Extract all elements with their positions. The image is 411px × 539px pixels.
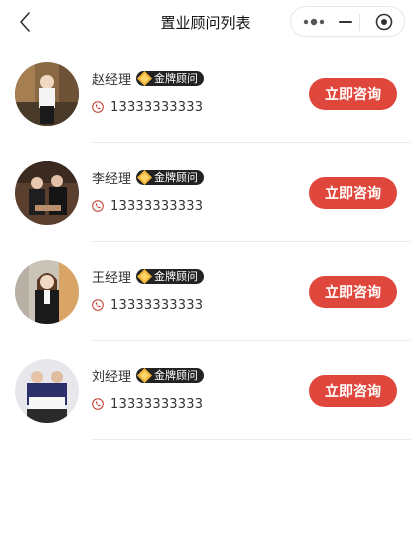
consult-now-button[interactable]: 立即咨询 [309,177,397,209]
menu-capsule [290,6,405,37]
target-circle-icon[interactable] [375,13,393,31]
diamond-icon [137,169,153,185]
consult-now-button[interactable]: 立即咨询 [309,276,397,308]
avatar [15,161,79,225]
badge-label: 金牌顾问 [154,269,199,283]
phone-number: 13333333333 [110,297,204,313]
navigation-bar: 置业顾问列表 [0,0,411,44]
phone-icon [92,200,104,212]
capsule-divider [359,14,360,31]
more-dots-icon[interactable] [301,13,329,31]
diamond-icon [137,70,153,86]
phone-row: 13333333333 [92,395,203,413]
gold-badge: 金牌顾问 [136,367,205,383]
consult-now-button[interactable]: 立即咨询 [309,78,397,110]
gold-badge: 金牌顾问 [136,70,205,86]
avatar [15,62,79,126]
badge-label: 金牌顾问 [154,170,199,184]
list-item: 刘经理 金牌顾问 13333333333 立即咨询 [0,341,411,440]
consultant-name: 李经理 [92,171,132,187]
consult-now-button[interactable]: 立即咨询 [309,375,397,407]
name-row: 李经理 金牌顾问 [92,168,205,187]
divider [92,439,411,440]
badge-label: 金牌顾问 [154,368,199,382]
gold-badge: 金牌顾问 [136,169,205,185]
name-row: 王经理 金牌顾问 [92,267,205,286]
list-item: 王经理 金牌顾问 13333333333 立即咨询 [0,242,411,341]
diamond-icon [137,268,153,284]
diamond-icon [137,367,153,383]
badge-label: 金牌顾问 [154,71,199,85]
phone-row: 13333333333 [92,197,203,215]
list-item: 李经理 金牌顾问 13333333333 立即咨询 [0,143,411,242]
minus-icon[interactable] [339,21,352,23]
phone-icon [92,398,104,410]
phone-row: 13333333333 [92,296,203,314]
phone-row: 13333333333 [92,98,203,116]
name-row: 赵经理 金牌顾问 [92,69,205,88]
name-row: 刘经理 金牌顾问 [92,366,205,385]
gold-badge: 金牌顾问 [136,268,205,284]
consultant-name: 赵经理 [92,72,132,88]
avatar [15,359,79,423]
phone-icon [92,101,104,113]
avatar [15,260,79,324]
phone-number: 13333333333 [110,198,204,214]
consultant-name: 王经理 [92,270,132,286]
list-item: 赵经理 金牌顾问 13333333333 立即咨询 [0,44,411,143]
phone-icon [92,299,104,311]
consultant-name: 刘经理 [92,369,132,385]
phone-number: 13333333333 [110,396,204,412]
phone-number: 13333333333 [110,99,204,115]
